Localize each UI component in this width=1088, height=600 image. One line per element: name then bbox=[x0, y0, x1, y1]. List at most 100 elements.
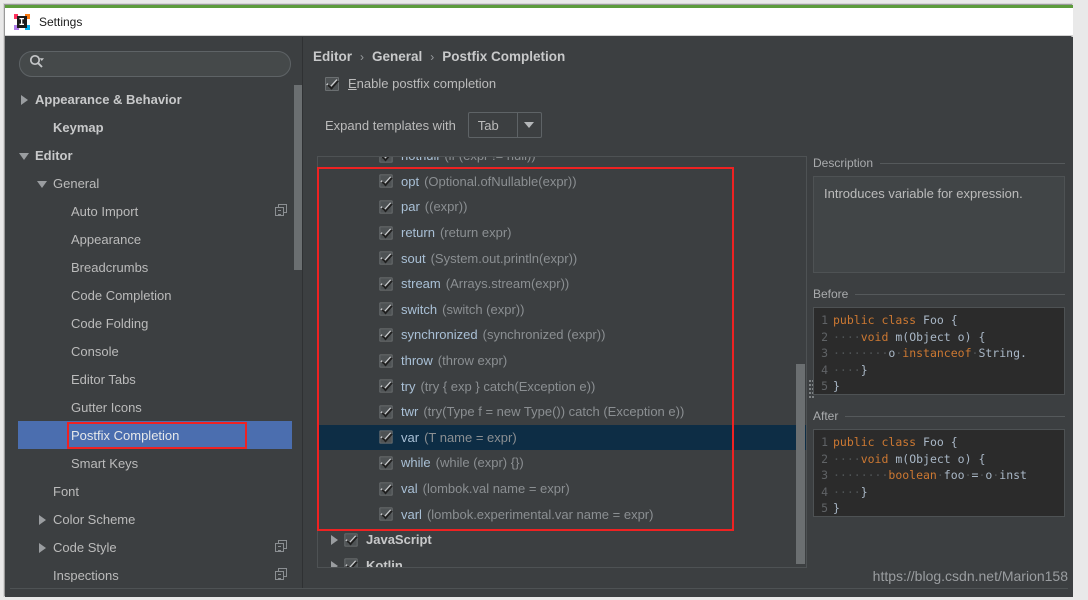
sidebar-item-smart-keys[interactable]: Smart Keys bbox=[18, 449, 292, 477]
template-checkbox[interactable] bbox=[379, 156, 392, 162]
enable-postfix-label-rest: nable postfix completion bbox=[357, 76, 496, 91]
sidebar-item-color-scheme[interactable]: Color Scheme bbox=[18, 505, 292, 533]
template-checkbox[interactable] bbox=[379, 456, 392, 469]
template-checkbox[interactable] bbox=[379, 277, 392, 290]
enable-postfix-mnemonic: E bbox=[348, 76, 357, 91]
template-row[interactable]: while(while (expr) {}) bbox=[318, 450, 806, 476]
template-row[interactable]: var(T name = expr) bbox=[318, 425, 806, 451]
template-checkbox[interactable] bbox=[379, 328, 392, 341]
template-row[interactable]: varl(lombok.experimental.var name = expr… bbox=[318, 501, 806, 527]
code-token: o) bbox=[958, 330, 972, 344]
template-checkbox[interactable] bbox=[379, 200, 392, 213]
line-number: 1 bbox=[814, 435, 833, 449]
template-checkbox[interactable] bbox=[379, 354, 392, 367]
code-token: { bbox=[978, 330, 985, 344]
after-code-line: 1public class Foo { bbox=[814, 434, 1064, 451]
template-checkbox[interactable] bbox=[379, 303, 392, 316]
template-checkbox[interactable] bbox=[379, 226, 392, 239]
template-row[interactable]: Kotlin bbox=[318, 553, 806, 569]
template-row[interactable]: sout(System.out.println(expr)) bbox=[318, 245, 806, 271]
tree-spacer bbox=[54, 261, 67, 274]
template-checkbox[interactable] bbox=[379, 252, 392, 265]
breadcrumb-item[interactable]: General bbox=[372, 49, 422, 64]
breadcrumb-item: Postfix Completion bbox=[442, 49, 565, 64]
code-token: o bbox=[888, 346, 895, 360]
chevron-collapsed-icon[interactable] bbox=[18, 93, 31, 106]
template-row[interactable]: synchronized(synchronized (expr)) bbox=[318, 322, 806, 348]
code-token: · bbox=[895, 346, 902, 360]
after-divider bbox=[845, 416, 1065, 417]
before-divider bbox=[855, 294, 1065, 295]
postfix-template-list[interactable]: notnull(if (expr != null))opt(Optional.o… bbox=[317, 156, 807, 568]
sidebar-item-general[interactable]: General bbox=[18, 169, 292, 197]
chevron-down-icon[interactable] bbox=[517, 113, 541, 137]
template-checkbox[interactable] bbox=[379, 507, 392, 520]
template-checkbox[interactable] bbox=[379, 379, 392, 392]
chevron-collapsed-icon[interactable] bbox=[36, 541, 49, 554]
sidebar-item-editor[interactable]: Editor bbox=[18, 141, 292, 169]
search-input[interactable] bbox=[50, 57, 265, 71]
search-box[interactable] bbox=[19, 51, 291, 77]
template-row[interactable]: return(return expr) bbox=[318, 220, 806, 246]
chevron-expanded-icon[interactable] bbox=[18, 149, 31, 162]
template-name: twr bbox=[401, 404, 418, 419]
sidebar-item-postfix-completion[interactable]: Postfix Completion bbox=[18, 421, 292, 449]
template-checkbox[interactable] bbox=[344, 533, 357, 546]
template-row[interactable]: opt(Optional.ofNullable(expr)) bbox=[318, 169, 806, 195]
breadcrumb-item[interactable]: Editor bbox=[313, 49, 352, 64]
template-row[interactable]: par((expr)) bbox=[318, 194, 806, 220]
sidebar-item-code-style[interactable]: Code Style bbox=[18, 533, 292, 561]
template-checkbox[interactable] bbox=[379, 405, 392, 418]
sidebar-item-keymap[interactable]: Keymap bbox=[18, 113, 292, 141]
copy-settings-icon[interactable] bbox=[275, 540, 288, 553]
template-row[interactable]: JavaScript bbox=[318, 527, 806, 553]
template-description: (lombok.val name = expr) bbox=[423, 481, 570, 496]
template-description: (lombok.experimental.var name = expr) bbox=[427, 507, 654, 522]
template-row[interactable]: val(lombok.val name = expr) bbox=[318, 476, 806, 502]
postfix-template-list-body: notnull(if (expr != null))opt(Optional.o… bbox=[318, 156, 806, 568]
sidebar-item-font[interactable]: Font bbox=[18, 477, 292, 505]
copy-settings-icon[interactable] bbox=[275, 568, 288, 581]
enable-postfix-row[interactable]: Enable postfix completion bbox=[325, 76, 496, 91]
chevron-collapsed-icon[interactable] bbox=[328, 559, 341, 568]
template-checkbox[interactable] bbox=[379, 482, 392, 495]
template-list-scrollbar-thumb[interactable] bbox=[796, 364, 805, 564]
sidebar-item-label: Console bbox=[71, 344, 119, 359]
template-checkbox[interactable] bbox=[344, 559, 357, 568]
enable-postfix-checkbox[interactable] bbox=[325, 77, 339, 91]
template-checkbox[interactable] bbox=[379, 431, 392, 444]
sidebar-item-editor-tabs[interactable]: Editor Tabs bbox=[18, 365, 292, 393]
template-row[interactable]: throw(throw expr) bbox=[318, 348, 806, 374]
sidebar-item-code-completion[interactable]: Code Completion bbox=[18, 281, 292, 309]
template-row[interactable]: notnull(if (expr != null)) bbox=[318, 156, 806, 169]
chevron-expanded-icon[interactable] bbox=[36, 177, 49, 190]
breadcrumb: Editor›General›Postfix Completion bbox=[313, 49, 565, 64]
template-description: (try(Type f = new Type()) catch (Excepti… bbox=[423, 404, 684, 419]
template-row[interactable]: stream(Arrays.stream(expr)) bbox=[318, 271, 806, 297]
sidebar-item-inspections[interactable]: Inspections bbox=[18, 561, 292, 582]
settings-tree[interactable]: Appearance & BehaviorKeymapEditorGeneral… bbox=[18, 85, 292, 582]
template-row[interactable]: switch(switch (expr)) bbox=[318, 297, 806, 323]
chevron-collapsed-icon[interactable] bbox=[36, 513, 49, 526]
sidebar-item-auto-import[interactable]: Auto Import bbox=[18, 197, 292, 225]
sidebar-item-appearance-behavior[interactable]: Appearance & Behavior bbox=[18, 85, 292, 113]
template-checkbox[interactable] bbox=[379, 175, 392, 188]
sidebar-item-breadcrumbs[interactable]: Breadcrumbs bbox=[18, 253, 292, 281]
code-token: } bbox=[861, 363, 868, 377]
expand-templates-dropdown[interactable]: Tab bbox=[468, 112, 542, 138]
sidebar-item-console[interactable]: Console bbox=[18, 337, 292, 365]
chevron-collapsed-icon[interactable] bbox=[328, 533, 341, 546]
code-token bbox=[875, 313, 882, 327]
template-row[interactable]: try(try { exp } catch(Exception e)) bbox=[318, 373, 806, 399]
sidebar-scrollbar-track[interactable] bbox=[294, 85, 302, 325]
before-code-line: 3········o·instanceof·String. bbox=[814, 345, 1064, 362]
line-number: 3 bbox=[814, 468, 833, 482]
sidebar-scrollbar-thumb[interactable] bbox=[294, 85, 302, 270]
code-token: class bbox=[881, 435, 916, 449]
sidebar-item-appearance[interactable]: Appearance bbox=[18, 225, 292, 253]
code-token: m(Object bbox=[895, 452, 950, 466]
template-row[interactable]: twr (try(Type f = new Type()) catch (Exce… bbox=[318, 399, 806, 425]
sidebar-item-gutter-icons[interactable]: Gutter Icons bbox=[18, 393, 292, 421]
copy-settings-icon[interactable] bbox=[275, 204, 288, 217]
sidebar-item-code-folding[interactable]: Code Folding bbox=[18, 309, 292, 337]
